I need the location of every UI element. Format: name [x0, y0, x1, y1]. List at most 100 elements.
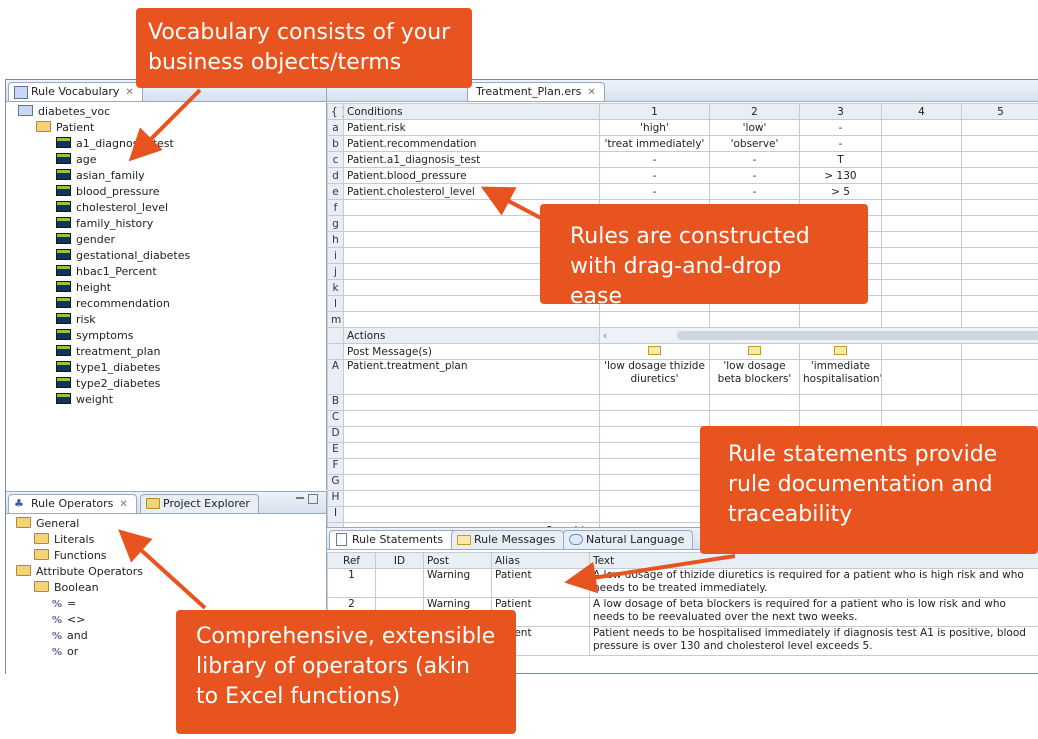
scroll-left-icon[interactable]: ‹ — [603, 330, 607, 342]
rule-cell[interactable] — [881, 247, 962, 264]
action-cell[interactable] — [599, 426, 710, 443]
scrollbar-thumb[interactable] — [677, 331, 1038, 340]
tree-item-attribute[interactable]: treatment_plan — [56, 344, 160, 360]
tree-item-attribute[interactable]: gestational_diabetes — [56, 248, 190, 264]
action-cell[interactable] — [599, 410, 710, 427]
condition-name[interactable]: Patient.blood_pressure — [343, 167, 600, 184]
tree-item-attribute[interactable]: risk — [56, 312, 96, 328]
close-icon[interactable]: ✕ — [119, 499, 127, 510]
rule-cell[interactable] — [961, 231, 1038, 248]
rule-cell[interactable] — [799, 311, 882, 328]
rule-column-header[interactable]: 5 — [961, 103, 1038, 120]
rule-cell[interactable] — [881, 279, 962, 296]
rule-cell[interactable]: - — [799, 135, 882, 152]
column-header[interactable]: Text — [589, 552, 1038, 569]
rule-cell[interactable]: > 130 — [799, 167, 882, 184]
action-cell[interactable] — [881, 410, 962, 427]
rule-cell[interactable] — [709, 311, 800, 328]
operator-tree-item[interactable]: Attribute Operators — [16, 564, 143, 580]
action-name[interactable] — [343, 442, 600, 459]
action-cell[interactable] — [709, 394, 800, 411]
action-cell[interactable] — [881, 359, 962, 395]
rule-cell[interactable]: - — [709, 183, 800, 200]
operator-tree-item[interactable]: % = — [52, 596, 76, 613]
rule-cell[interactable] — [961, 295, 1038, 312]
rule-cell[interactable]: 'high' — [599, 119, 710, 136]
rule-cell[interactable] — [961, 263, 1038, 280]
tree-item-attribute[interactable]: asian_family — [56, 168, 145, 184]
action-name[interactable] — [343, 458, 600, 475]
rule-cell[interactable] — [881, 183, 962, 200]
rule-cell[interactable] — [961, 167, 1038, 184]
tree-item-attribute[interactable]: recommendation — [56, 296, 170, 312]
rule-cell[interactable]: > 5 — [799, 183, 882, 200]
operator-tree-item[interactable]: % or — [52, 644, 78, 661]
action-cell[interactable] — [599, 394, 710, 411]
envelope-icon[interactable] — [834, 345, 847, 355]
rule-cell[interactable] — [881, 199, 962, 216]
tree-item-attribute[interactable]: a1_diagnosis_test — [56, 136, 174, 152]
tree-item-class[interactable]: Patient — [36, 120, 94, 136]
rule-cell[interactable] — [881, 151, 962, 168]
rule-cell[interactable] — [961, 135, 1038, 152]
tree-item-attribute[interactable]: gender — [56, 232, 115, 248]
rule-cell[interactable]: - — [599, 167, 710, 184]
tree-item-attribute[interactable]: weight — [56, 392, 113, 408]
horizontal-scrollbar[interactable]: ‹ — [599, 327, 1038, 344]
action-name[interactable] — [343, 394, 600, 411]
action-cell[interactable] — [961, 359, 1038, 395]
action-cell[interactable] — [599, 490, 710, 507]
tree-item-attribute[interactable]: hbac1_Percent — [56, 264, 157, 280]
statement-row[interactable]: 1 Warning Patient A low dosage of thizide d… — [327, 568, 1038, 598]
action-name[interactable] — [343, 490, 600, 507]
envelope-icon[interactable] — [748, 345, 761, 355]
action-cell[interactable] — [599, 474, 710, 491]
tree-item-attribute[interactable]: age — [56, 152, 97, 168]
tree-item-vocabulary[interactable]: diabetes_voc — [18, 104, 110, 120]
condition-name[interactable]: Patient.cholesterol_level — [343, 183, 600, 200]
rule-cell[interactable] — [961, 199, 1038, 216]
action-cell[interactable] — [799, 410, 882, 427]
action-cell[interactable] — [961, 410, 1038, 427]
rule-column-header[interactable]: 3 — [799, 103, 882, 120]
action-name[interactable] — [343, 506, 600, 523]
operator-tree-item[interactable]: % <> — [52, 612, 85, 629]
condition-name[interactable] — [343, 311, 600, 328]
column-header[interactable]: Alias — [491, 552, 590, 569]
action-cell[interactable]: 'low dosage thizide diuretics' — [599, 359, 710, 395]
column-header[interactable]: ID — [375, 552, 424, 569]
condition-name[interactable]: Patient.risk — [343, 119, 600, 136]
operator-tree-item[interactable]: % and — [52, 628, 88, 645]
rule-cell[interactable] — [881, 263, 962, 280]
minimize-icon[interactable] — [296, 497, 304, 499]
tree-item-attribute[interactable]: blood_pressure — [56, 184, 160, 200]
rule-cell[interactable]: - — [799, 119, 882, 136]
tab-rule-messages[interactable]: Rule Messages — [451, 530, 565, 549]
action-cell[interactable] — [599, 442, 710, 459]
action-cell[interactable] — [599, 506, 710, 523]
operator-tree-item[interactable]: Boolean — [34, 580, 99, 596]
action-cell[interactable] — [599, 458, 710, 475]
tree-item-attribute[interactable]: type2_diabetes — [56, 376, 160, 392]
operator-tree-item[interactable]: Functions — [34, 548, 107, 564]
action-name[interactable]: Patient.treatment_plan — [343, 359, 600, 395]
condition-name[interactable]: Patient.a1_diagnosis_test — [343, 151, 600, 168]
rule-cell[interactable] — [599, 311, 710, 328]
condition-name[interactable]: Patient.recommendation — [343, 135, 600, 152]
action-name[interactable] — [343, 474, 600, 491]
rule-cell[interactable]: 'observe' — [709, 135, 800, 152]
tree-item-attribute[interactable]: height — [56, 280, 111, 296]
tree-item-attribute[interactable]: symptoms — [56, 328, 133, 344]
envelope-icon[interactable] — [648, 345, 661, 355]
action-cell[interactable] — [709, 410, 800, 427]
column-header[interactable]: Ref — [327, 552, 376, 569]
rule-cell[interactable] — [881, 311, 962, 328]
action-cell[interactable]: 'immediate hospitalisation' — [799, 359, 882, 395]
rule-column-header[interactable]: 2 — [709, 103, 800, 120]
rule-column-header[interactable]: 4 — [881, 103, 962, 120]
rule-cell[interactable]: - — [599, 183, 710, 200]
tab-rule-statements[interactable]: Rule Statements✕ — [329, 530, 467, 549]
action-cell[interactable]: 'low dosage beta blockers' — [709, 359, 800, 395]
tab-project-explorer[interactable]: Project Explorer — [140, 494, 259, 513]
maximize-icon[interactable] — [308, 494, 318, 504]
